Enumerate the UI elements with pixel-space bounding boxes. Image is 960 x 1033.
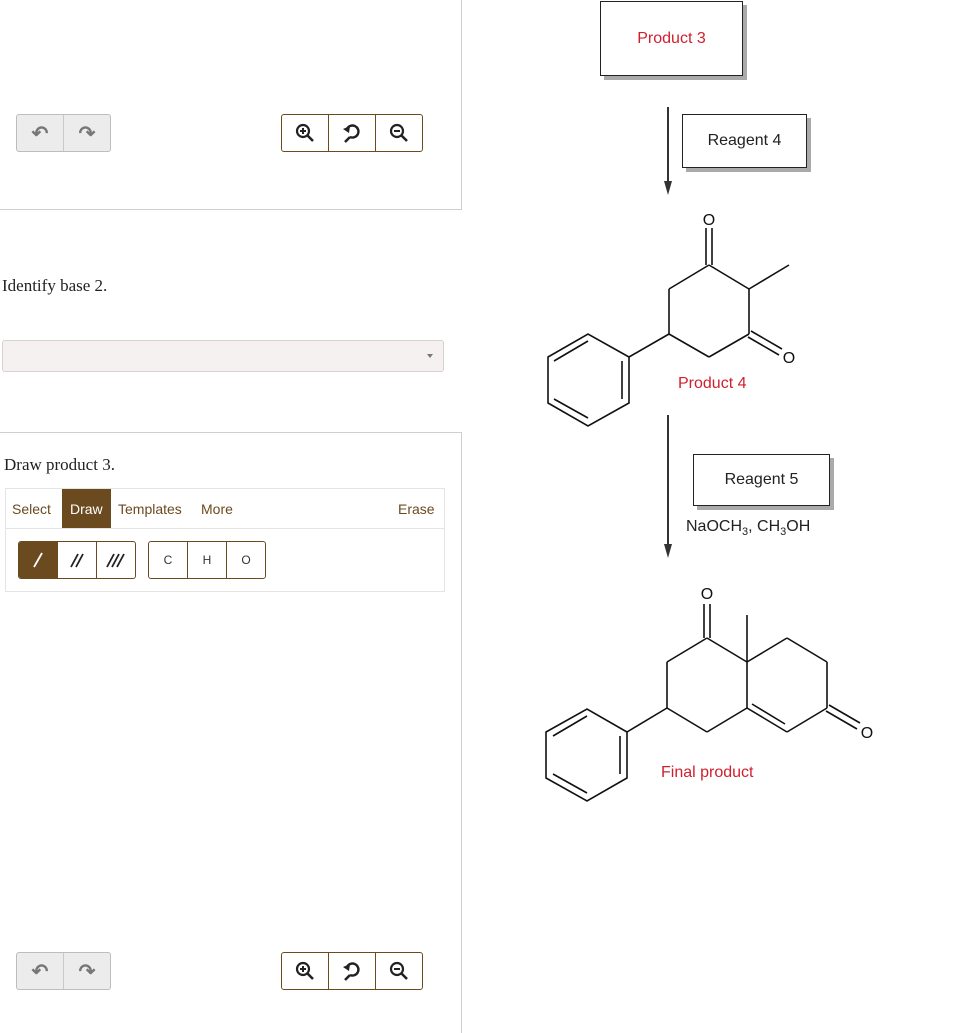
product4-oxygen-right: O <box>783 350 795 367</box>
zoom-out-icon <box>389 123 408 142</box>
reagent5-conditions: NaOCH3, CH3OH <box>686 518 810 538</box>
product4-oxygen-top: O <box>703 212 715 229</box>
conditions-oh: OH <box>786 518 811 535</box>
redo-icon: ↷ <box>78 960 96 983</box>
chevron-down-icon <box>427 354 433 358</box>
zoom-reset-button[interactable] <box>328 115 375 151</box>
conditions-ch: , CH <box>748 518 781 535</box>
zoom-group <box>281 114 423 152</box>
atom-carbon-button[interactable]: C <box>149 542 187 578</box>
undo-button[interactable]: ↶ <box>17 115 63 151</box>
tab-more[interactable]: More <box>201 489 233 529</box>
reaction-arrow-2 <box>667 415 669 545</box>
conditions-naoch: NaOCH <box>686 518 743 535</box>
arrow-head-2 <box>664 544 672 558</box>
atom-tools: C H O <box>148 541 266 579</box>
top-panel-border <box>0 0 462 210</box>
redo-icon: ↷ <box>78 122 96 145</box>
triple-bond-button[interactable] <box>96 542 135 578</box>
double-bond-icon <box>70 553 84 568</box>
zoom-in-icon <box>295 123 314 142</box>
bottom-undo-button[interactable]: ↶ <box>17 953 63 989</box>
undo-redo-group: ↶ ↷ <box>16 114 111 152</box>
tab-select[interactable]: Select <box>12 489 51 529</box>
zoom-reset-icon <box>343 962 360 981</box>
atom-oxygen-button[interactable]: O <box>226 542 265 578</box>
reaction-arrow-1 <box>667 107 669 183</box>
bottom-redo-button[interactable]: ↷ <box>63 953 110 989</box>
undo-icon: ↶ <box>31 960 49 983</box>
product4-label: Product 4 <box>678 375 747 392</box>
redo-button[interactable]: ↷ <box>63 115 110 151</box>
bottom-zoom-reset-button[interactable] <box>328 953 375 989</box>
bottom-zoom-out-button[interactable] <box>375 953 422 989</box>
bottom-zoom-in-button[interactable] <box>282 953 328 989</box>
single-bond-button[interactable] <box>19 542 57 578</box>
zoom-out-icon <box>389 961 408 980</box>
bottom-zoom-group <box>281 952 423 990</box>
final-oxygen-top: O <box>701 586 713 603</box>
drawing-tabbar: Select Draw Templates More Erase <box>5 488 445 529</box>
reagent4-box: Reagent 4 <box>682 114 807 168</box>
final-oxygen-right: O <box>861 725 873 742</box>
bottom-undo-redo-group: ↶ ↷ <box>16 952 111 990</box>
tab-templates[interactable]: Templates <box>118 489 182 529</box>
product4-structure: O O <box>547 212 795 427</box>
undo-icon: ↶ <box>31 122 49 145</box>
zoom-reset-icon <box>343 124 360 143</box>
atom-hydrogen-button[interactable]: H <box>187 542 226 578</box>
question-draw-product: Draw product 3. <box>4 455 115 474</box>
reagent5-box: Reagent 5 <box>693 454 830 506</box>
double-bond-button[interactable] <box>57 542 96 578</box>
base-dropdown[interactable] <box>2 340 444 372</box>
arrow-head-1 <box>664 181 672 195</box>
zoom-in-button[interactable] <box>282 115 328 151</box>
zoom-in-icon <box>295 961 314 980</box>
product3-box: Product 3 <box>600 1 743 76</box>
tab-draw[interactable]: Draw <box>62 489 111 529</box>
drawing-toolrow: C H O <box>5 528 445 592</box>
tab-erase[interactable]: Erase <box>398 489 435 529</box>
bond-tools <box>18 541 136 579</box>
question-identify-base: Identify base 2. <box>2 276 108 295</box>
zoom-out-button[interactable] <box>375 115 422 151</box>
triple-bond-icon <box>106 553 125 568</box>
final-product-label: Final product <box>661 764 754 781</box>
single-bond-icon <box>33 552 43 568</box>
